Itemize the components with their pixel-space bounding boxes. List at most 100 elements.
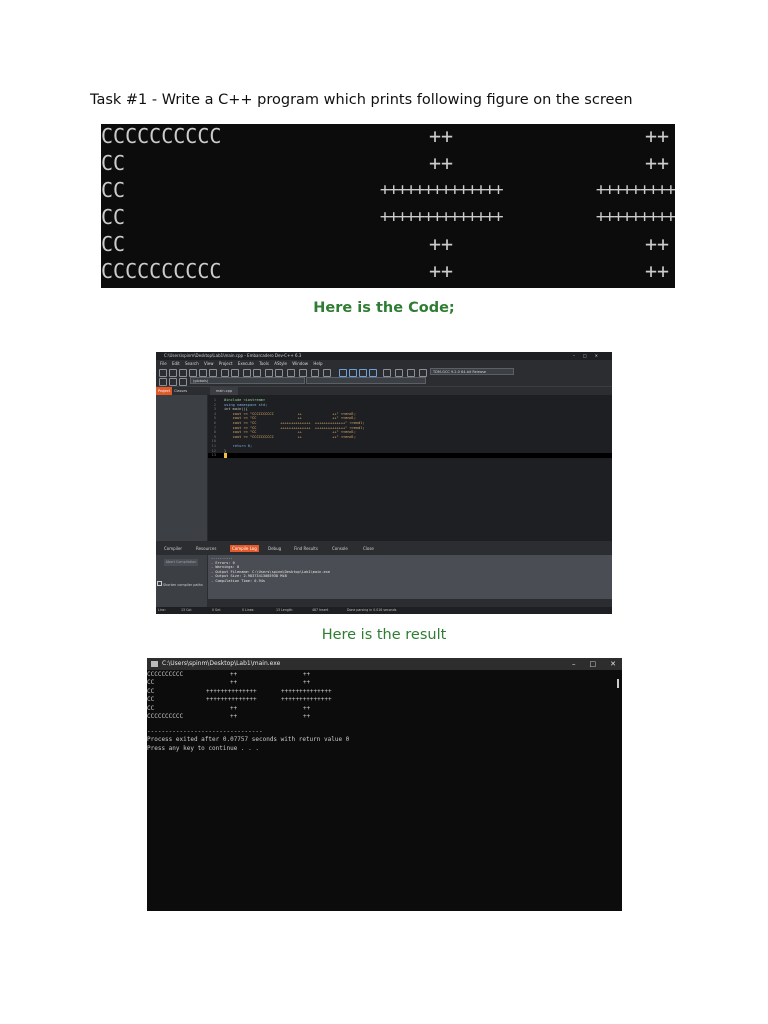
save-all-icon[interactable] <box>189 369 197 377</box>
console-press-line: Press any key to continue . . . <box>147 744 259 752</box>
debug-icon[interactable] <box>407 369 415 377</box>
profile-icon[interactable] <box>419 369 427 377</box>
figure-c-cell: CC <box>101 232 126 256</box>
save-icon[interactable] <box>179 369 187 377</box>
close-file-icon[interactable] <box>199 369 207 377</box>
console-row: CC ++ ++ <box>147 704 311 712</box>
close-icon[interactable]: ✕ <box>610 660 616 668</box>
shorten-paths-checkbox[interactable]: Shorten compiler paths <box>157 581 203 587</box>
compile-options-pane: Abort Compilation Shorten compiler paths <box>156 555 207 607</box>
menu-edit[interactable]: Edit <box>172 361 180 366</box>
console-row: CC ++ ++ <box>147 679 311 687</box>
undo-icon[interactable] <box>221 369 229 377</box>
print-icon[interactable] <box>209 369 217 377</box>
ide-titlebar: C:\Users\spinm\Desktop\Lab1\main.cpp - E… <box>156 352 612 360</box>
tab-resources[interactable]: Resources <box>196 543 216 554</box>
compile-run-icon[interactable] <box>359 369 367 377</box>
tab-compile-log[interactable]: Compile Log <box>230 545 259 552</box>
console-exit-line: Process exited after 0.07757 seconds wit… <box>147 736 350 744</box>
status-line: Line: <box>158 608 166 612</box>
figure-plus-cell: ++ <box>644 259 670 283</box>
log-line: - Compilation Time: 0.94s <box>211 578 266 583</box>
text-cursor <box>224 453 227 458</box>
scope-select[interactable]: (globals) <box>190 377 305 384</box>
status-insert: 487 Insert <box>312 608 329 612</box>
check-icon[interactable] <box>383 369 391 377</box>
status-bar: Line: 13 Col: 0 Sel: 0 Lines: 13 Length:… <box>156 607 612 614</box>
insert-icon[interactable] <box>159 378 167 386</box>
figure-plus-cell: ++++++++++++++ <box>595 180 675 200</box>
find-icon[interactable] <box>243 369 251 377</box>
figure-c-cell: CCCCCCCCCC <box>101 124 222 148</box>
compile-log: ---------- - Errors: 0 - Warnings: 0 - O… <box>208 555 612 599</box>
redo-icon[interactable] <box>231 369 239 377</box>
menu-astyle[interactable]: AStyle <box>274 361 287 366</box>
code-heading: Here is the Code; <box>313 300 455 316</box>
figure-plus-cell: ++ <box>428 151 454 175</box>
tab-find-results[interactable]: Find Results <box>294 543 318 554</box>
figure-plus-cell: ++ <box>428 232 454 256</box>
console-app-icon <box>151 661 158 667</box>
status-parsing: Done parsing in 0.016 seconds <box>347 608 397 612</box>
task-title: Task #1 - Write a C++ program which prin… <box>90 92 633 108</box>
replace-icon[interactable] <box>253 369 261 377</box>
checkbox-icon[interactable] <box>157 581 162 586</box>
close-bottom-pane[interactable]: Close <box>363 543 374 554</box>
tab-debug[interactable]: Debug <box>268 543 281 554</box>
output-figure: CCCCCCCCCC ++ ++ CC ++ ++ CC +++++++++++… <box>101 124 675 288</box>
tab-console[interactable]: Console <box>332 543 348 554</box>
menu-search[interactable]: Search <box>185 361 199 366</box>
stop-icon[interactable] <box>395 369 403 377</box>
unindent-icon[interactable] <box>287 369 295 377</box>
console-scrollbar[interactable] <box>617 679 619 688</box>
menu-execute[interactable]: Execute <box>238 361 254 366</box>
menu-file[interactable]: File <box>160 361 167 366</box>
rebuild-icon[interactable] <box>369 369 377 377</box>
menu-project[interactable]: Project <box>219 361 233 366</box>
figure-plus-cell: ++ <box>428 259 454 283</box>
toggle-icon[interactable] <box>299 369 307 377</box>
minimize-icon[interactable]: – <box>572 660 576 668</box>
figure-c-cell: CC <box>101 205 126 229</box>
new-file-icon[interactable] <box>159 369 167 377</box>
menu-view[interactable]: View <box>204 361 214 366</box>
tab-project[interactable]: Project <box>156 387 172 395</box>
menu-window[interactable]: Window <box>292 361 308 366</box>
bottom-tabs: Compiler Resources Compile Log Debug Fin… <box>156 543 612 554</box>
figure-row: CC ++ ++ <box>101 232 675 256</box>
menu-help[interactable]: Help <box>313 361 322 366</box>
figure-plus-cell: ++ <box>644 232 670 256</box>
toggle-bookmark-icon[interactable] <box>169 378 177 386</box>
tab-main-cpp[interactable]: main.cpp <box>210 387 238 395</box>
tab-classes[interactable]: Classes <box>174 387 187 395</box>
window-controls[interactable]: –□✕ <box>573 352 606 360</box>
figure-row: CCCCCCCCCC ++ ++ <box>101 124 675 148</box>
tab-compiler[interactable]: Compiler <box>164 543 182 554</box>
figure-row: CC ++ ++ <box>101 151 675 175</box>
run-icon[interactable] <box>349 369 357 377</box>
goto-icon[interactable] <box>323 369 331 377</box>
compile-icon[interactable] <box>339 369 347 377</box>
maximize-icon[interactable]: □ <box>590 660 597 668</box>
figure-row: CC ++++++++++++++ ++++++++++++++ <box>101 205 675 229</box>
console-window-controls: – □ ✕ <box>558 658 616 670</box>
console-row: CC ++++++++++++++ ++++++++++++++ <box>147 687 332 695</box>
compiler-select[interactable]: TDM-GCC 9.2.0 64-bit Release <box>430 368 514 375</box>
figure-plus-cell: ++ <box>428 124 454 148</box>
new-project-icon[interactable] <box>265 369 273 377</box>
ide-tabs: Project Classes main.cpp <box>156 387 612 395</box>
function-select[interactable] <box>306 377 426 384</box>
menu-tools[interactable]: Tools <box>259 361 269 366</box>
bookmark-icon[interactable] <box>311 369 319 377</box>
indent-icon[interactable] <box>275 369 283 377</box>
abort-compilation-button[interactable]: Abort Compilation <box>164 559 198 566</box>
console-title: C:\Users\spinm\Desktop\Lab1\main.exe <box>162 660 281 667</box>
status-sel: 0 Sel: <box>212 608 221 612</box>
figure-row: CC ++++++++++++++ ++++++++++++++ <box>101 178 675 202</box>
figure-row: CCCCCCCCCC ++ ++ <box>101 259 675 283</box>
code-editor[interactable]: 1 #include <iostream> 2 using namespace st… <box>208 395 612 541</box>
open-icon[interactable] <box>169 369 177 377</box>
result-heading: Here is the result <box>321 627 447 643</box>
shorten-paths-label: Shorten compiler paths <box>163 583 203 587</box>
goto-bookmark-icon[interactable] <box>179 378 187 386</box>
